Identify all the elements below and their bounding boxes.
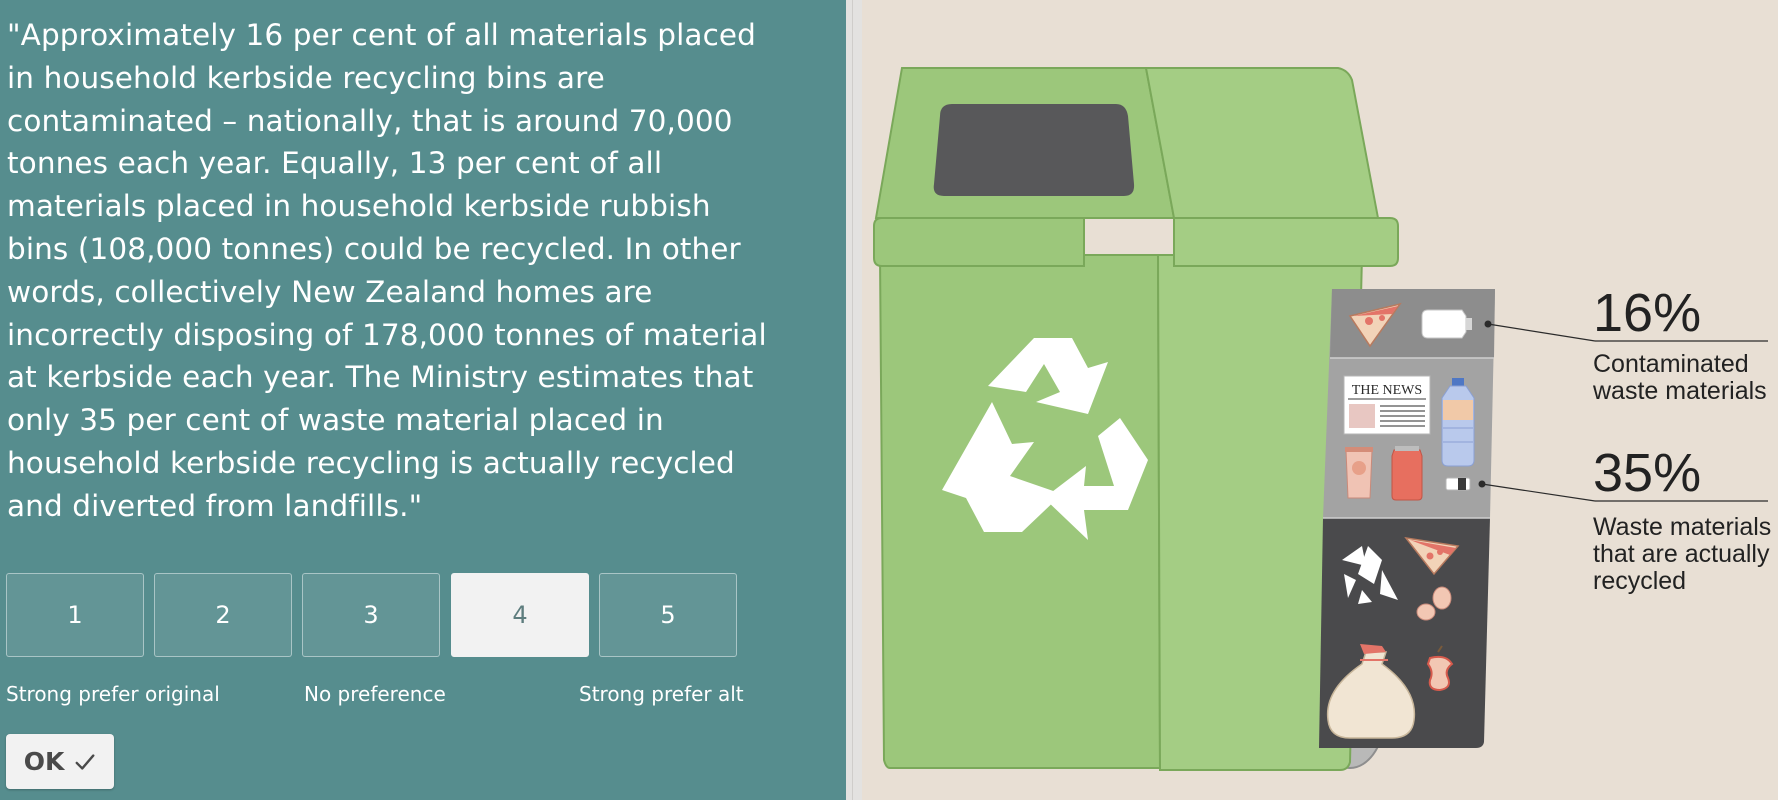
quote-text: "Approximately 16 per cent of all materi… — [7, 18, 767, 523]
newspaper-icon: THE NEWS — [1343, 375, 1431, 435]
stat-contaminated-label: Contaminated waste materials — [1593, 351, 1767, 405]
infographic-panel: THE NEWS 16% Contaminated waste material… — [862, 0, 1778, 800]
stat-recycled-label: Waste materials that are actually recycl… — [1593, 514, 1771, 595]
stat-contaminated-line2: waste materials — [1593, 377, 1767, 405]
scale-label-left: Strong prefer original — [6, 682, 220, 706]
newspaper-headline: THE NEWS — [1352, 383, 1422, 398]
checkmark-icon — [75, 753, 95, 770]
rating-option-5[interactable]: 5 — [599, 573, 737, 657]
soda-can-icon — [1391, 446, 1423, 501]
ok-button[interactable]: OK — [6, 734, 114, 789]
survey-panel: "Approximately 16 per cent of all materi… — [0, 0, 846, 800]
stat-contaminated-line1: Contaminated — [1593, 350, 1749, 378]
stat-recycled-line2: that are actually — [1593, 540, 1770, 568]
scale-label-middle: No preference — [304, 682, 446, 706]
stat-recycled-value: 35% — [1593, 443, 1702, 503]
bin-lid-opening — [933, 104, 1135, 196]
rating-option-2[interactable]: 2 — [154, 573, 292, 657]
stat-recycled-line1: Waste materials — [1593, 513, 1772, 541]
stat-contaminated-value: 16% — [1593, 283, 1702, 343]
bin-rim-side — [1173, 217, 1399, 267]
food-can-icon — [1345, 447, 1373, 499]
plastic-container-icon — [1421, 309, 1472, 339]
bin-lid-side — [1144, 67, 1380, 219]
ok-button-label: OK — [23, 747, 65, 776]
water-bottle-icon — [1441, 378, 1475, 467]
battery-icon — [1445, 477, 1471, 491]
rating-option-3[interactable]: 3 — [302, 573, 440, 657]
bin-rim-front — [873, 217, 1085, 267]
scale-label-right: Strong prefer alt — [579, 682, 744, 706]
rating-option-4[interactable]: 4 — [451, 573, 589, 657]
panel-divider — [846, 0, 862, 800]
stat-recycled-line3: recycled — [1593, 567, 1687, 595]
rating-option-1[interactable]: 1 — [6, 573, 144, 657]
